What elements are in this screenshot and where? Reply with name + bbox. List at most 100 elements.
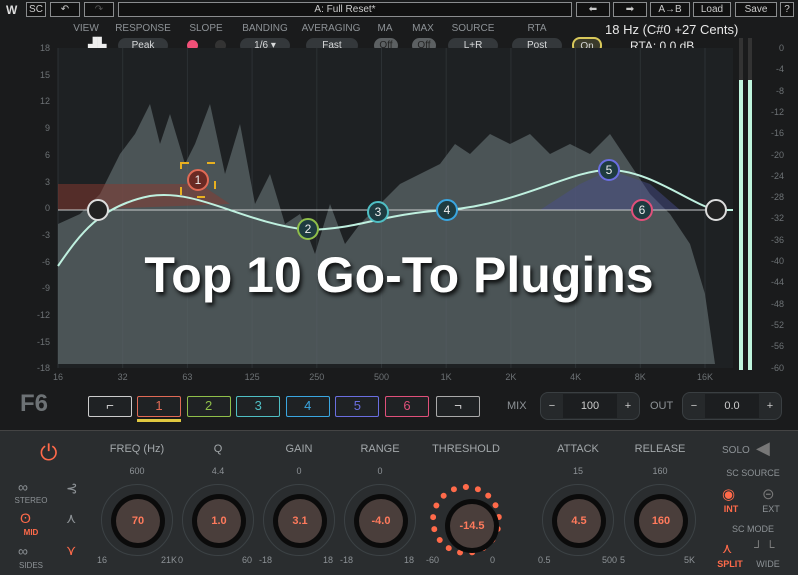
meter-axis-tick: -28: [770, 192, 784, 203]
ext-label[interactable]: EXT: [760, 504, 782, 514]
band-button-1[interactable]: 1: [137, 396, 181, 417]
band-node-4[interactable]: 4: [436, 199, 458, 221]
save-button[interactable]: Save: [735, 2, 777, 17]
sides-icon[interactable]: ∞: [18, 543, 28, 559]
sc-mode-label: SC MODE: [731, 524, 774, 534]
band-node-3[interactable]: 3: [367, 201, 389, 223]
next-preset-button[interactable]: ➡: [613, 2, 647, 17]
frequency-axis-tick: 63: [182, 372, 193, 382]
sidechain-button[interactable]: SC: [26, 2, 46, 17]
ext-source-icon[interactable]: ⊝: [762, 485, 775, 503]
meter-axis-tick: -36: [770, 234, 784, 245]
knob-freqhz[interactable]: 70: [101, 484, 173, 556]
knob-attack[interactable]: 4.5: [542, 484, 614, 556]
f6-logo: F6: [20, 390, 49, 417]
help-button[interactable]: ?: [780, 2, 794, 17]
band-button-5[interactable]: 5: [335, 396, 380, 417]
knob-value[interactable]: 70: [116, 499, 160, 543]
knob-value[interactable]: 1.0: [197, 499, 241, 543]
solo-speaker-icon[interactable]: ◀: [756, 438, 770, 459]
band-node-6[interactable]: 6: [631, 199, 653, 221]
band-power-icon[interactable]: ⏻: [40, 440, 57, 466]
frequency-axis-tick: 4K: [570, 372, 582, 382]
meter-axis-tick: -60: [770, 362, 784, 373]
mix-label: MIX: [507, 400, 527, 412]
gain-axis-tick: 0: [44, 203, 50, 214]
load-button[interactable]: Load: [693, 2, 731, 17]
band-node-2[interactable]: 2: [297, 218, 319, 240]
low-cut-node[interactable]: [87, 199, 109, 221]
knob-value[interactable]: 4.5: [557, 499, 601, 543]
preset-name[interactable]: A: Full Reset*: [118, 2, 572, 17]
eq-graph[interactable]: 1 2 3 4 5 6: [0, 44, 798, 384]
band-button-3[interactable]: 3: [236, 396, 281, 417]
knob-value[interactable]: 3.1: [278, 499, 322, 543]
knob-value[interactable]: -4.0: [359, 499, 403, 543]
int-label[interactable]: INT: [720, 504, 742, 514]
low-cut-icon: ⌐: [106, 398, 114, 413]
band-node-1[interactable]: 1: [187, 169, 209, 191]
meter-right-track: [748, 38, 752, 370]
knob-max: 500: [602, 555, 618, 565]
mix-value[interactable]: 100: [563, 394, 617, 418]
knob-min: -60: [426, 555, 440, 565]
frequency-axis-tick: 1K: [440, 372, 452, 382]
knob-q[interactable]: 1.0: [182, 484, 254, 556]
split-filter-icon[interactable]: ⋎: [66, 542, 76, 559]
out-decrement-button[interactable]: −: [683, 400, 705, 412]
meter-axis-tick: -24: [770, 170, 784, 181]
low-cut-button[interactable]: ⌐: [88, 396, 132, 417]
max-label: MAX: [412, 23, 434, 34]
knob-label: THRESHOLD: [432, 443, 500, 455]
knob-min: -18: [340, 555, 354, 565]
gain-axis-tick: 18: [39, 43, 50, 53]
redo-button[interactable]: ↷: [84, 2, 114, 17]
undo-button[interactable]: ↶: [50, 2, 80, 17]
meter-axis-tick: -52: [770, 319, 784, 330]
mix-decrement-button[interactable]: −: [541, 400, 563, 412]
meter-left-track: [739, 38, 743, 370]
frequency-readout: 18 Hz (C#0 +27 Cents): [605, 22, 739, 37]
band-button-6[interactable]: 6: [385, 396, 429, 417]
mix-increment-button[interactable]: +: [617, 400, 639, 412]
mid-icon[interactable]: ʘ: [20, 510, 31, 526]
knob-min: 0: [178, 555, 184, 565]
knob-release[interactable]: 160: [624, 484, 696, 556]
stereo-label[interactable]: STEREO: [14, 496, 48, 505]
response-label: RESPONSE: [115, 23, 171, 34]
out-value[interactable]: 0.0: [705, 394, 759, 418]
meter-left-fill: [739, 80, 743, 370]
shelf-filter-icon[interactable]: ⊰: [66, 480, 78, 497]
wide-mode-icon[interactable]: ┘ └: [754, 540, 774, 554]
band-node-label: 4: [444, 203, 451, 217]
stereo-icon[interactable]: ∞: [18, 479, 28, 495]
mid-label[interactable]: MID: [14, 528, 48, 537]
int-source-icon[interactable]: ◉: [722, 485, 735, 503]
sides-label[interactable]: SIDES: [14, 561, 48, 570]
band-node-label: 5: [606, 163, 613, 177]
knob-threshold[interactable]: -14.5: [430, 484, 502, 556]
knob-range[interactable]: -4.0: [344, 484, 416, 556]
prev-preset-button[interactable]: ⬅: [576, 2, 610, 17]
high-cut-node[interactable]: [705, 199, 727, 221]
knob-center-value: 4.4: [211, 466, 225, 476]
high-cut-button[interactable]: ¬: [436, 396, 480, 417]
meter-axis-tick: -8: [775, 85, 784, 96]
knob-gain[interactable]: 3.1: [263, 484, 335, 556]
band-button-4[interactable]: 4: [285, 396, 330, 417]
ab-button[interactable]: A→B: [650, 2, 690, 17]
split-mode-icon[interactable]: ⋏: [722, 540, 732, 557]
band-button-2[interactable]: 2: [186, 396, 231, 417]
split-label[interactable]: SPLIT: [716, 559, 744, 569]
bell-filter-icon[interactable]: ⋏: [66, 510, 76, 527]
source-label: SOURCE: [451, 23, 495, 34]
meter-axis-tick: -4: [775, 64, 784, 75]
knob-value[interactable]: -14.5: [450, 504, 494, 548]
band-node-5[interactable]: 5: [598, 159, 620, 181]
knob-value[interactable]: 160: [639, 499, 683, 543]
out-increment-button[interactable]: +: [759, 400, 781, 412]
averaging-label: AVERAGING: [301, 23, 361, 34]
wide-label[interactable]: WIDE: [754, 559, 782, 569]
frequency-axis-tick: 2K: [505, 372, 517, 382]
knob-max: 60: [242, 555, 253, 565]
